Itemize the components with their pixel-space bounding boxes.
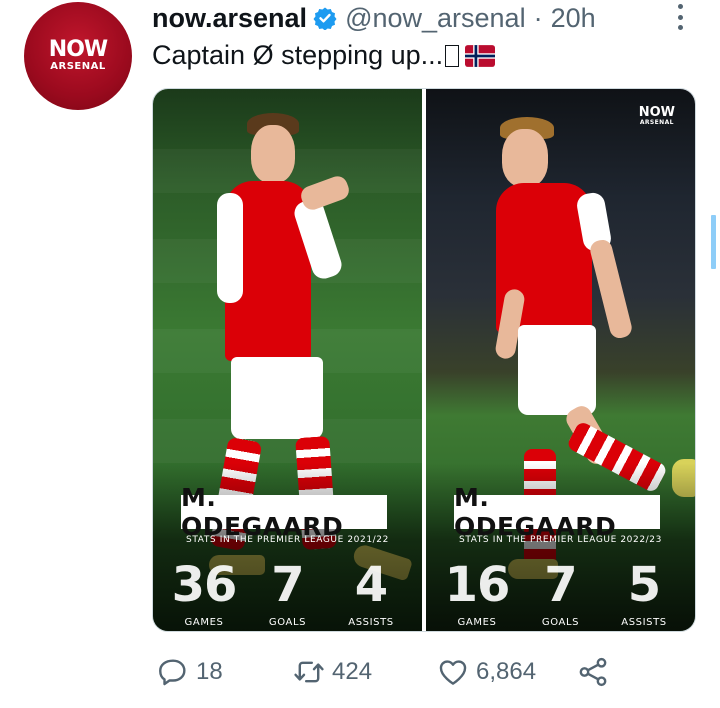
profile-avatar[interactable]: NOW ARSENAL	[24, 2, 132, 110]
header-separator: ·	[533, 2, 543, 33]
stat-label: GAMES	[184, 617, 224, 628]
media-image-left[interactable]: M. ODEGAARD STATS IN THE PREMIER LEAGUE …	[153, 89, 422, 631]
stat-label: GOALS	[541, 617, 580, 628]
stat-goals: 7 GOALS	[247, 559, 329, 628]
heart-icon	[439, 660, 467, 685]
tweet-media[interactable]: M. ODEGAARD STATS IN THE PREMIER LEAGUE …	[152, 88, 696, 632]
stat-value: 5	[627, 557, 661, 613]
media-image-right[interactable]: NOW ARSENAL M. ODEGAARD STATS IN THE PRE…	[426, 89, 695, 631]
avatar-logo-line2: ARSENAL	[50, 61, 106, 72]
retweet-button[interactable]: 424	[292, 652, 372, 692]
stat-games: 16 GAMES	[436, 559, 518, 628]
stat-goals: 7 GOALS	[520, 559, 602, 628]
tweet-timestamp[interactable]: 20h	[551, 3, 596, 34]
tweet-body: Captain Ø stepping up...	[152, 40, 444, 70]
missing-emoji-glyph	[445, 44, 460, 67]
player-name-plate: M. ODEGAARD	[454, 483, 660, 541]
norway-flag-icon	[465, 44, 496, 67]
reply-button[interactable]: 18	[156, 652, 223, 692]
like-button[interactable]: 6,864	[436, 652, 536, 692]
stat-value: 16	[444, 557, 511, 613]
reply-icon	[159, 659, 186, 686]
retweet-count: 424	[332, 658, 373, 685]
stat-label: GOALS	[268, 617, 307, 628]
stats-subtitle: STATS IN THE PREMIER LEAGUE 2022/23	[459, 535, 662, 545]
like-count: 6,864	[476, 658, 537, 685]
stat-assists: 5 ASSISTS	[603, 559, 685, 628]
tweet-text: Captain Ø stepping up...	[152, 40, 496, 71]
more-options-icon[interactable]	[672, 4, 688, 30]
stat-games: 36 GAMES	[163, 559, 245, 628]
reply-count: 18	[196, 658, 223, 685]
stat-label: ASSISTS	[621, 617, 667, 628]
stats-row: 16 GAMES 7 GOALS 5 ASSISTS	[436, 559, 685, 628]
avatar-logo-line1: NOW	[48, 37, 108, 62]
scrollbar[interactable]	[711, 215, 716, 269]
stat-value: 36	[171, 557, 238, 613]
stat-value: 7	[544, 557, 577, 613]
stats-subtitle: STATS IN THE PREMIER LEAGUE 2021/22	[186, 535, 389, 545]
share-icon	[579, 657, 607, 687]
player-name-plate: M. ODEGAARD	[181, 483, 387, 541]
stat-label: GAMES	[457, 617, 497, 628]
stat-assists: 4 ASSISTS	[330, 559, 412, 628]
verified-badge-icon	[313, 7, 337, 30]
display-name[interactable]: now.arsenal	[152, 3, 307, 34]
stat-value: 7	[271, 557, 304, 613]
retweet-icon	[294, 661, 324, 683]
stats-row: 36 GAMES 7 GOALS 4 ASSISTS	[163, 559, 412, 628]
stat-value: 4	[354, 557, 388, 613]
stat-label: ASSISTS	[348, 617, 394, 628]
share-button[interactable]	[576, 652, 610, 692]
tweet-action-bar: 18 424 6,864	[152, 652, 622, 692]
tweet-header: now.arsenal @now_arsenal · 20h	[152, 2, 596, 34]
user-handle[interactable]: @now_arsenal	[345, 3, 526, 34]
